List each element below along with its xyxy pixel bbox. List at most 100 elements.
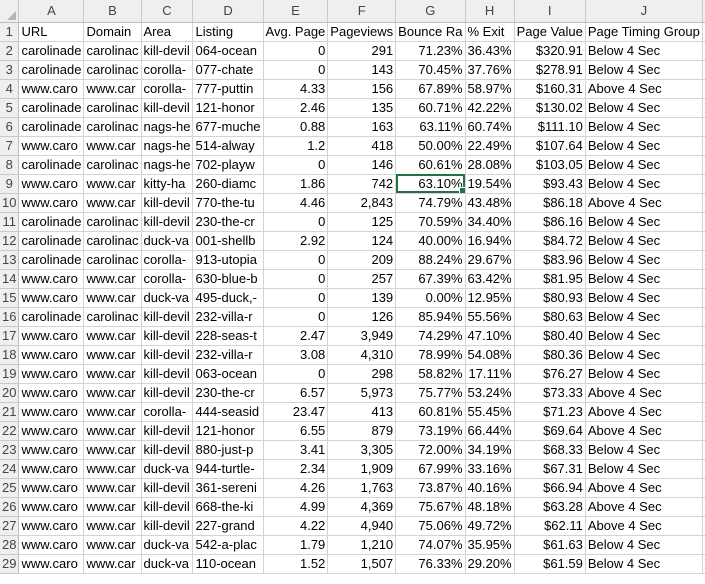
- cell-e4[interactable]: 4.33: [263, 79, 329, 99]
- cell-c17[interactable]: kill-devil: [141, 326, 194, 346]
- row-header-15[interactable]: 15: [0, 288, 20, 308]
- cell-d15[interactable]: 495-duck,-: [192, 288, 264, 308]
- cell-f23[interactable]: 3,305: [327, 440, 397, 460]
- cell-i16[interactable]: $80.63: [514, 307, 586, 327]
- cell-e14[interactable]: 0: [263, 269, 329, 289]
- cell-j16[interactable]: Below 4 Sec: [585, 307, 703, 327]
- cell-g1[interactable]: Bounce Ra: [395, 22, 466, 42]
- cell-d14[interactable]: 630-blue-b: [192, 269, 264, 289]
- cell-j3[interactable]: Below 4 Sec: [585, 60, 703, 80]
- cell-j27[interactable]: Above 4 Sec: [585, 516, 703, 536]
- cell-a10[interactable]: www.caro: [18, 193, 85, 213]
- cell-g16[interactable]: 85.94%: [395, 307, 466, 327]
- cell-h20[interactable]: 53.24%: [465, 383, 515, 403]
- cell-h10[interactable]: 43.48%: [465, 193, 515, 213]
- cell-j20[interactable]: Above 4 Sec: [585, 383, 703, 403]
- cell-f9[interactable]: 742: [327, 174, 397, 194]
- cell-j5[interactable]: Below 4 Sec: [585, 98, 703, 118]
- cell-b1[interactable]: Domain: [83, 22, 142, 42]
- cell-f20[interactable]: 5,973: [327, 383, 397, 403]
- column-header-h[interactable]: H: [465, 0, 515, 23]
- cell-i27[interactable]: $62.11: [514, 516, 586, 536]
- cell-h17[interactable]: 47.10%: [465, 326, 515, 346]
- cell-g10[interactable]: 74.79%: [395, 193, 466, 213]
- cell-e26[interactable]: 4.99: [263, 497, 329, 517]
- cell-c23[interactable]: kill-devil: [141, 440, 194, 460]
- cell-h18[interactable]: 54.08%: [465, 345, 515, 365]
- cell-f16[interactable]: 126: [327, 307, 397, 327]
- cell-g6[interactable]: 63.11%: [395, 117, 466, 137]
- column-header-d[interactable]: D: [192, 0, 264, 23]
- cell-c10[interactable]: kill-devil: [141, 193, 194, 213]
- cell-c22[interactable]: kill-devil: [141, 421, 194, 441]
- cell-g25[interactable]: 73.87%: [395, 478, 466, 498]
- cell-d11[interactable]: 230-the-cr: [192, 212, 264, 232]
- cell-f6[interactable]: 163: [327, 117, 397, 137]
- row-header-25[interactable]: 25: [0, 478, 20, 498]
- cell-b9[interactable]: www.car: [83, 174, 142, 194]
- cell-a15[interactable]: www.caro: [18, 288, 85, 308]
- row-header-2[interactable]: 2: [0, 41, 20, 61]
- cell-i10[interactable]: $86.18: [514, 193, 586, 213]
- cell-e16[interactable]: 0: [263, 307, 329, 327]
- cell-h4[interactable]: 58.97%: [465, 79, 515, 99]
- cell-h5[interactable]: 42.22%: [465, 98, 515, 118]
- cell-e23[interactable]: 3.41: [263, 440, 329, 460]
- cell-f14[interactable]: 257: [327, 269, 397, 289]
- cell-b21[interactable]: www.car: [83, 402, 142, 422]
- cell-e13[interactable]: 0: [263, 250, 329, 270]
- cell-e2[interactable]: 0: [263, 41, 329, 61]
- cell-i17[interactable]: $80.40: [514, 326, 586, 346]
- cell-c2[interactable]: kill-devil: [141, 41, 194, 61]
- cell-h9[interactable]: 19.54%: [465, 174, 515, 194]
- cell-e17[interactable]: 2.47: [263, 326, 329, 346]
- cell-j17[interactable]: Below 4 Sec: [585, 326, 703, 346]
- cell-i8[interactable]: $103.05: [514, 155, 586, 175]
- cell-h12[interactable]: 16.94%: [465, 231, 515, 251]
- cell-f19[interactable]: 298: [327, 364, 397, 384]
- cell-g29[interactable]: 76.33%: [395, 554, 466, 574]
- cell-b2[interactable]: carolinac: [83, 41, 142, 61]
- cell-b24[interactable]: www.car: [83, 459, 142, 479]
- cell-f5[interactable]: 135: [327, 98, 397, 118]
- cell-f15[interactable]: 139: [327, 288, 397, 308]
- cell-b28[interactable]: www.car: [83, 535, 142, 555]
- cell-g15[interactable]: 0.00%: [395, 288, 466, 308]
- cell-b16[interactable]: carolinac: [83, 307, 142, 327]
- cell-h6[interactable]: 60.74%: [465, 117, 515, 137]
- cell-j26[interactable]: Above 4 Sec: [585, 497, 703, 517]
- cell-h2[interactable]: 36.43%: [465, 41, 515, 61]
- cell-c16[interactable]: kill-devil: [141, 307, 194, 327]
- cell-c4[interactable]: corolla-: [141, 79, 194, 99]
- cell-j4[interactable]: Above 4 Sec: [585, 79, 703, 99]
- cell-j19[interactable]: Below 4 Sec: [585, 364, 703, 384]
- cell-c3[interactable]: corolla-: [141, 60, 194, 80]
- cell-d22[interactable]: 121-honor: [192, 421, 264, 441]
- cell-b8[interactable]: carolinac: [83, 155, 142, 175]
- cell-f18[interactable]: 4,310: [327, 345, 397, 365]
- row-header-5[interactable]: 5: [0, 98, 20, 118]
- cell-i18[interactable]: $80.36: [514, 345, 586, 365]
- row-header-14[interactable]: 14: [0, 269, 20, 289]
- cell-e10[interactable]: 4.46: [263, 193, 329, 213]
- cell-e3[interactable]: 0: [263, 60, 329, 80]
- cell-h13[interactable]: 29.67%: [465, 250, 515, 270]
- cell-c11[interactable]: kill-devil: [141, 212, 194, 232]
- cell-f4[interactable]: 156: [327, 79, 397, 99]
- cell-b18[interactable]: www.car: [83, 345, 142, 365]
- cell-d2[interactable]: 064-ocean: [192, 41, 264, 61]
- cell-j24[interactable]: Below 4 Sec: [585, 459, 703, 479]
- cell-c26[interactable]: kill-devil: [141, 497, 194, 517]
- cell-f17[interactable]: 3,949: [327, 326, 397, 346]
- cell-h3[interactable]: 37.76%: [465, 60, 515, 80]
- cell-d25[interactable]: 361-sereni: [192, 478, 264, 498]
- cell-b29[interactable]: www.car: [83, 554, 142, 574]
- cell-b11[interactable]: carolinac: [83, 212, 142, 232]
- cell-a8[interactable]: carolinade: [18, 155, 85, 175]
- cell-h28[interactable]: 35.95%: [465, 535, 515, 555]
- cell-c8[interactable]: nags-he: [141, 155, 194, 175]
- cell-f25[interactable]: 1,763: [327, 478, 397, 498]
- cell-b5[interactable]: carolinac: [83, 98, 142, 118]
- cell-g13[interactable]: 88.24%: [395, 250, 466, 270]
- row-header-16[interactable]: 16: [0, 307, 20, 327]
